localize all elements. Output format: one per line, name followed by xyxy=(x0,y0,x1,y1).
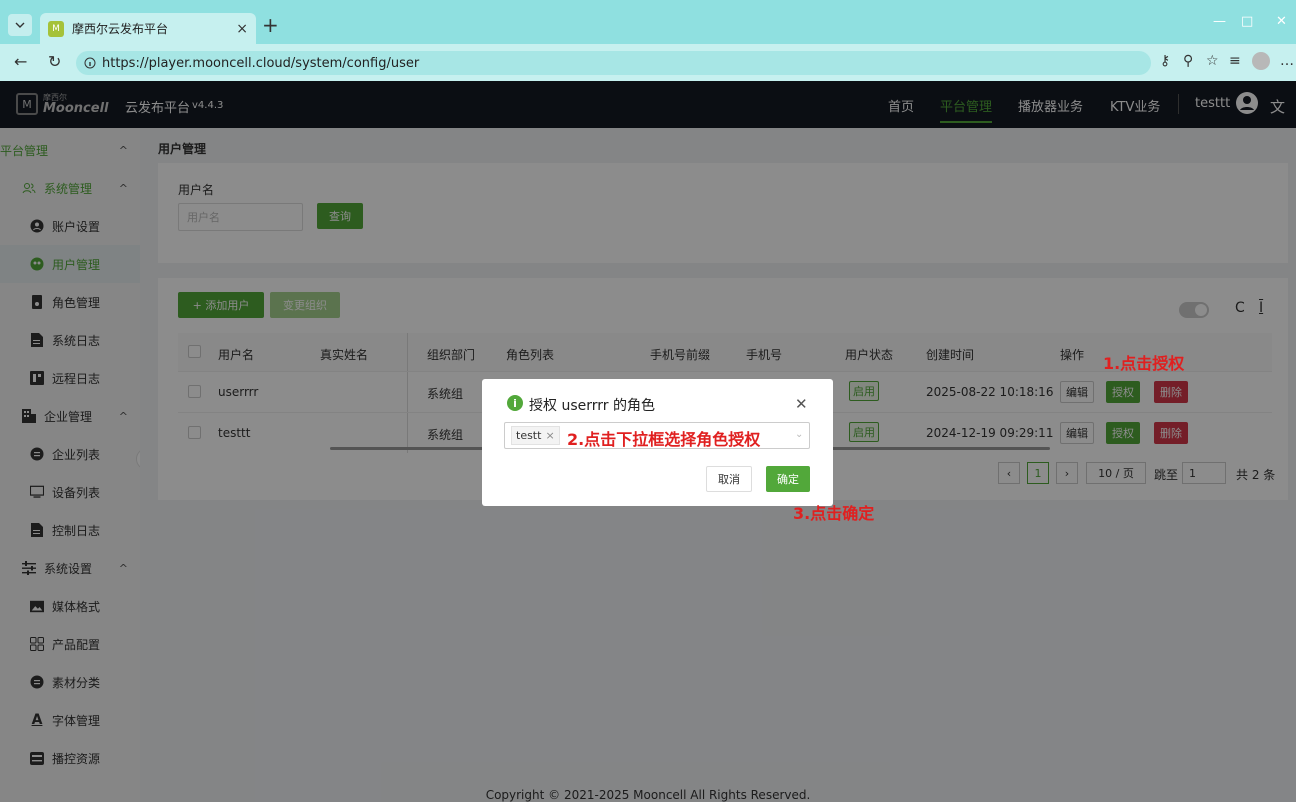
favorite-star-icon[interactable]: ☆ xyxy=(1206,53,1219,69)
annotation-step2: 2.点击下拉框选择角色授权 xyxy=(567,430,761,449)
tab-title: 摩西尔云发布平台 xyxy=(72,22,169,36)
selected-role-tag: testt × xyxy=(511,426,560,445)
tab-list-button[interactable] xyxy=(8,14,32,36)
key-icon[interactable]: ⚷ xyxy=(1160,53,1170,69)
browser-tab[interactable]: M 摩西尔云发布平台 × xyxy=(40,13,256,44)
reload-icon[interactable]: ↻ xyxy=(48,52,61,71)
chevron-down-icon xyxy=(15,22,25,28)
new-tab-button[interactable]: + xyxy=(262,14,279,36)
info-icon: i xyxy=(507,395,523,411)
close-window-button[interactable]: ✕ xyxy=(1276,14,1287,29)
favorites-list-icon[interactable]: ≡ xyxy=(1229,53,1241,69)
dialog-title: 授权 userrrr 的角色 xyxy=(529,398,655,414)
cancel-button[interactable]: 取消 xyxy=(706,466,752,492)
profile-avatar-icon[interactable] xyxy=(1252,52,1270,70)
url-bar[interactable]: https://player.mooncell.cloud/system/con… xyxy=(76,51,1151,75)
back-icon[interactable]: ← xyxy=(14,52,27,71)
annotation-step3: 3.点击确定 xyxy=(793,504,875,523)
dialog-close-icon[interactable]: ✕ xyxy=(795,395,808,413)
more-menu-icon[interactable]: … xyxy=(1280,53,1294,69)
confirm-button[interactable]: 确定 xyxy=(766,466,810,492)
selected-role-label: testt xyxy=(516,429,542,442)
minimize-window-button[interactable]: — xyxy=(1213,14,1226,29)
site-favicon-icon: M xyxy=(48,20,64,37)
chevron-down-icon: ⌄ xyxy=(795,429,804,440)
zoom-icon[interactable]: ⚲ xyxy=(1183,53,1193,69)
maximize-window-button[interactable]: □ xyxy=(1241,14,1253,29)
authorize-role-dialog: i 授权 userrrr 的角色 ✕ testt × ⌄ 2.点击下拉框选择角色… xyxy=(482,379,833,506)
url-text: https://player.mooncell.cloud/system/con… xyxy=(102,55,420,71)
annotation-step1: 1.点击授权 xyxy=(1103,354,1185,373)
remove-tag-icon[interactable]: × xyxy=(545,429,554,442)
site-info-icon xyxy=(84,57,96,69)
close-tab-icon[interactable]: × xyxy=(236,21,248,37)
